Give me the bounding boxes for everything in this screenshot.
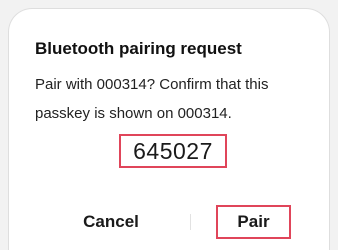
screen: Bluetooth pairing request Pair with 0003… [0,0,338,250]
bluetooth-pairing-dialog: Bluetooth pairing request Pair with 0003… [8,8,330,250]
dialog-actions: Cancel Pair [9,205,331,239]
button-divider [190,214,191,230]
dialog-message: Pair with 000314? Confirm that this pass… [35,76,269,122]
cancel-button[interactable]: Cancel [65,205,157,239]
pair-button[interactable]: Pair [216,205,291,239]
dialog-title: Bluetooth pairing request [35,39,242,58]
passkey-code: 645027 [119,134,227,168]
